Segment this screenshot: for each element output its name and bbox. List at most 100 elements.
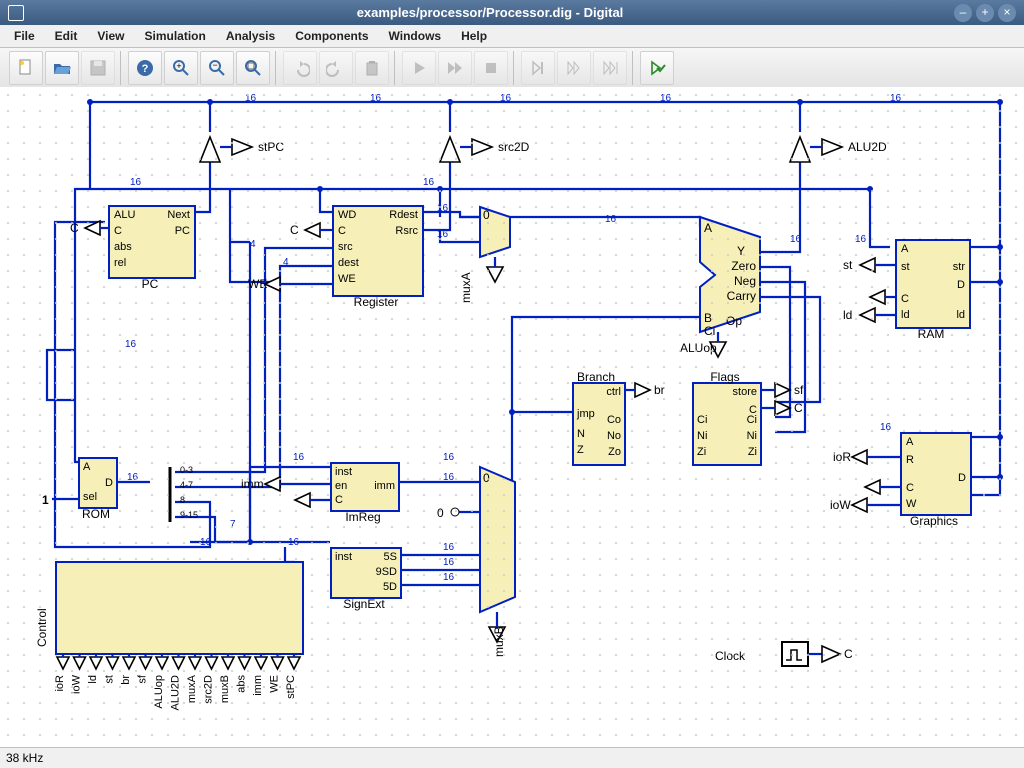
svg-text:16: 16: [127, 472, 139, 483]
menu-bar: File Edit View Simulation Analysis Compo…: [0, 25, 1024, 48]
save-button[interactable]: [81, 51, 115, 85]
component-control[interactable]: [55, 561, 304, 655]
menu-windows[interactable]: Windows: [379, 27, 452, 45]
menu-simulation[interactable]: Simulation: [134, 27, 215, 45]
svg-text:16: 16: [288, 537, 300, 548]
svg-text:16: 16: [443, 542, 455, 553]
component-branch[interactable]: ctrl jmp N Z Co No Zo: [572, 382, 626, 466]
component-ram[interactable]: A st C ld str D ld: [895, 239, 971, 329]
label-flags: Flags: [692, 370, 758, 384]
menu-edit[interactable]: Edit: [45, 27, 88, 45]
svg-text:16: 16: [437, 229, 449, 240]
component-signext[interactable]: inst 5S 9SD 5D: [330, 547, 402, 599]
zoom-in-button[interactable]: +: [164, 51, 198, 85]
status-bar: 38 kHz: [0, 747, 1024, 768]
tristate-stpc: stPC: [200, 137, 284, 162]
undo-button[interactable]: [283, 51, 317, 85]
svg-text:16: 16: [660, 93, 672, 104]
menu-view[interactable]: View: [87, 27, 134, 45]
mux-b: 0 0 muxB: [437, 467, 515, 657]
micro-step-button[interactable]: [593, 51, 627, 85]
menu-analysis[interactable]: Analysis: [216, 27, 285, 45]
control-out-label: br: [120, 675, 132, 685]
toolbar: ? + −: [0, 48, 1024, 89]
run-tests-button[interactable]: [640, 51, 674, 85]
close-button[interactable]: ×: [998, 4, 1016, 22]
label-imreg: ImReg: [330, 510, 396, 524]
step-all-button[interactable]: [557, 51, 591, 85]
stop-button[interactable]: [474, 51, 508, 85]
run-button[interactable]: [402, 51, 436, 85]
tristate-alu2d: ALU2D: [790, 137, 887, 162]
svg-text:+: +: [176, 61, 181, 71]
control-out-arrow: [189, 657, 201, 669]
control-out-arrow: [272, 657, 284, 669]
window-title: examples/processor/Processor.dig - Digit…: [30, 5, 950, 20]
component-register[interactable]: WD C src dest WE Rdest Rsrc: [332, 205, 424, 297]
bus-width-labels: 16 16 16 16 16 16 16 16 16 16 16 16 16 1…: [125, 93, 902, 583]
open-file-button[interactable]: [45, 51, 79, 85]
svg-text:16: 16: [790, 234, 802, 245]
svg-text:Neg: Neg: [734, 274, 756, 288]
svg-text:B: B: [704, 311, 712, 325]
run-to-break-button[interactable]: [438, 51, 472, 85]
zoom-fit-button[interactable]: [236, 51, 270, 85]
svg-text:ioW: ioW: [830, 498, 851, 512]
control-out-label: st: [104, 675, 116, 684]
control-out-label: ioW: [71, 674, 83, 694]
redo-button[interactable]: [319, 51, 353, 85]
svg-text:ld: ld: [843, 308, 852, 322]
svg-text:A: A: [704, 221, 712, 235]
zoom-out-button[interactable]: −: [200, 51, 234, 85]
svg-text:ioR: ioR: [833, 450, 851, 464]
minimize-button[interactable]: –: [954, 4, 972, 22]
control-out-label: sf: [137, 674, 149, 684]
maximize-button[interactable]: +: [976, 4, 994, 22]
svg-text:stPC: stPC: [258, 140, 284, 154]
label-pc: PC: [108, 277, 192, 291]
menu-components[interactable]: Components: [285, 27, 378, 45]
svg-text:Ci: Ci: [704, 324, 715, 338]
step-button[interactable]: [521, 51, 555, 85]
svg-text:7: 7: [230, 519, 236, 530]
svg-text:br: br: [654, 383, 665, 397]
svg-text:16: 16: [293, 452, 305, 463]
svg-text:imm: imm: [241, 477, 264, 491]
svg-text:16: 16: [200, 537, 212, 548]
control-out-label: stPC: [285, 675, 297, 699]
delete-button[interactable]: [355, 51, 389, 85]
menu-file[interactable]: File: [4, 27, 45, 45]
control-out-arrow: [156, 657, 168, 669]
mux-a: 0 muxA: [459, 207, 510, 303]
svg-text:16: 16: [437, 203, 449, 214]
svg-text:16: 16: [443, 472, 455, 483]
control-out-label: WE: [269, 675, 281, 693]
schematic-canvas[interactable]: 16 16 16 16 16 16 16 16 16 16 16 16 16 1…: [0, 87, 1024, 748]
svg-text:−: −: [212, 60, 217, 70]
svg-text:8: 8: [180, 495, 185, 505]
svg-text:ALU2D: ALU2D: [848, 140, 887, 154]
label-branch: Branch: [566, 370, 626, 384]
svg-text:9-15: 9-15: [180, 510, 198, 520]
svg-text:sf: sf: [794, 383, 804, 397]
svg-text:0: 0: [483, 471, 490, 485]
control-out-label: src2D: [203, 675, 215, 704]
menu-help[interactable]: Help: [451, 27, 497, 45]
component-flags[interactable]: store C Ci Ni Zi Ci Ni Zi: [692, 382, 762, 466]
status-frequency: 38 kHz: [6, 751, 43, 765]
svg-text:16: 16: [443, 572, 455, 583]
control-out-arrow: [107, 657, 119, 669]
svg-text:0: 0: [437, 506, 444, 520]
svg-text:0: 0: [483, 208, 490, 222]
component-pc[interactable]: ALU C abs rel Next PC: [108, 205, 196, 279]
help-button[interactable]: ?: [128, 51, 162, 85]
component-rom[interactable]: A sel D: [78, 457, 118, 509]
component-graphics[interactable]: A R C W D: [900, 432, 972, 516]
component-imreg[interactable]: inst en C imm: [330, 462, 400, 512]
clock-component: Clock C: [715, 642, 853, 666]
new-file-button[interactable]: [9, 51, 43, 85]
svg-text:Clock: Clock: [715, 649, 746, 663]
svg-text:16: 16: [245, 93, 257, 104]
svg-text:16: 16: [125, 339, 137, 350]
label-graphics: Graphics: [895, 514, 973, 528]
